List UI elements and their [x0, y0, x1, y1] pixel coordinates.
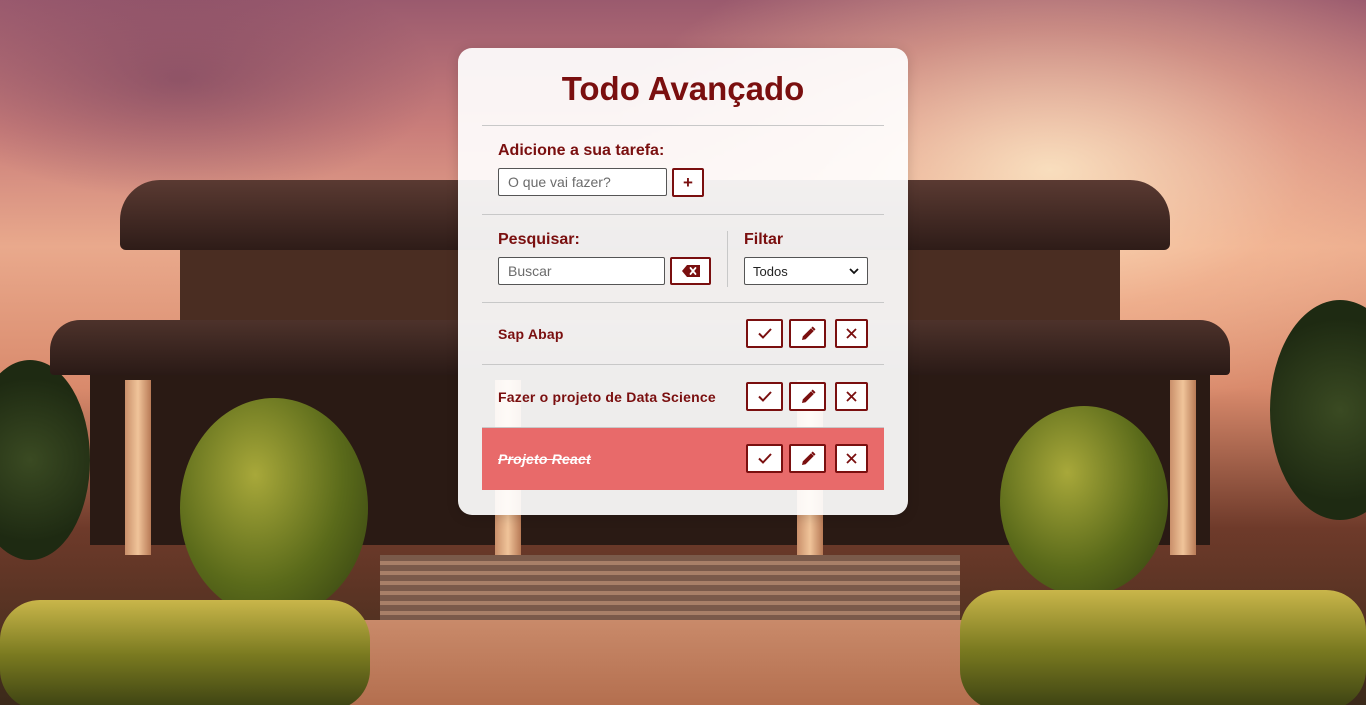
pencil-icon [800, 388, 816, 405]
finish-todo-button[interactable] [746, 319, 783, 348]
pillar [1170, 380, 1196, 555]
pencil-icon [800, 450, 816, 467]
todo-card: Todo Avançado Adicione a sua tarefa: + P… [458, 48, 908, 515]
edit-todo-button[interactable] [789, 382, 826, 411]
edit-todo-button[interactable] [789, 444, 826, 473]
clear-search-button[interactable] [670, 257, 711, 285]
add-task-button[interactable]: + [672, 168, 704, 197]
edit-todo-button[interactable] [789, 319, 826, 348]
temple-steps [380, 555, 960, 625]
todo-title: Projeto React [498, 451, 591, 467]
search-label: Pesquisar: [498, 231, 580, 248]
check-icon [757, 453, 772, 464]
todo-item: Fazer o projeto de Data Science [482, 366, 884, 428]
filter-label: Filtar [744, 231, 784, 248]
shrub [180, 398, 368, 618]
x-icon [846, 391, 857, 402]
search-input[interactable] [498, 257, 665, 285]
remove-todo-button[interactable] [835, 319, 868, 348]
todo-title: Sap Abap [498, 326, 564, 342]
page-title: Todo Avançado [561, 70, 805, 107]
shrub [1000, 406, 1168, 596]
x-icon [846, 328, 857, 339]
remove-todo-button[interactable] [835, 444, 868, 473]
add-task-input[interactable] [498, 168, 667, 196]
filter-selected-value: Todos [753, 263, 788, 279]
plus-icon: + [683, 173, 693, 192]
divider [482, 214, 884, 215]
todo-item-done: Projeto React [482, 428, 884, 490]
stone-path [290, 620, 1050, 705]
check-icon [757, 328, 772, 339]
tree [0, 360, 90, 560]
check-icon [757, 391, 772, 402]
x-icon [846, 453, 857, 464]
divider [482, 125, 884, 126]
filter-select[interactable]: Todos [744, 257, 868, 285]
backspace-x-icon [681, 265, 700, 277]
hedge [960, 590, 1366, 705]
todo-item: Sap Abap [482, 303, 884, 365]
todo-title: Fazer o projeto de Data Science [498, 389, 716, 405]
hedge [0, 600, 370, 705]
pillar [125, 380, 151, 555]
finish-todo-button[interactable] [746, 382, 783, 411]
remove-todo-button[interactable] [835, 382, 868, 411]
cloud [0, 0, 440, 200]
finish-todo-button[interactable] [746, 444, 783, 473]
chevron-down-icon [849, 267, 859, 275]
add-task-label: Adicione a sua tarefa: [498, 142, 665, 159]
divider-vertical [727, 231, 728, 287]
pencil-icon [800, 325, 816, 342]
